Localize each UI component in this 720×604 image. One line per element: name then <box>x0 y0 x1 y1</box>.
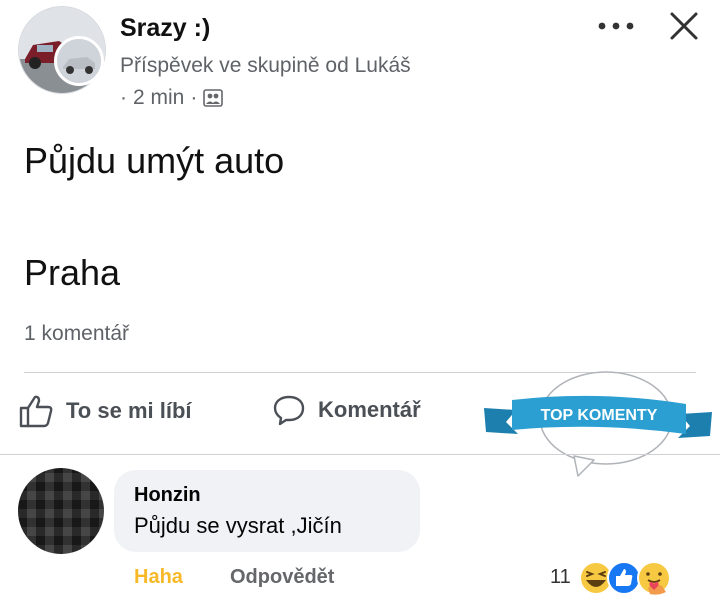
thumbs-up-icon <box>19 395 53 428</box>
divider <box>0 454 720 455</box>
commenter-avatar[interactable] <box>18 468 104 554</box>
post-text-line: Půjdu umýt auto <box>24 140 285 181</box>
comment-count[interactable]: 1 komentář <box>24 322 129 346</box>
post-time[interactable]: 2 min <box>133 86 184 110</box>
banner-text: TOP KOMENTY <box>541 407 658 424</box>
like-button[interactable]: To se mi líbí <box>18 394 192 428</box>
author-avatar[interactable] <box>54 36 104 86</box>
comment-bubble-icon <box>273 395 305 426</box>
comment-author[interactable]: Honzin <box>134 484 400 507</box>
reaction-icons[interactable] <box>578 558 688 598</box>
close-icon[interactable] <box>666 8 702 44</box>
comment-bubble: Honzin Půjdu se vysrat ,Jičín <box>114 470 420 552</box>
reaction-count[interactable]: 11 <box>550 566 571 589</box>
like-icon <box>607 561 641 595</box>
car-thumbnail-icon <box>57 39 101 83</box>
reply-link[interactable]: Odpovědět <box>230 566 334 589</box>
comment-button[interactable]: Komentář <box>272 394 421 426</box>
top-comments-banner: TOP KOMENTY <box>484 371 712 477</box>
time-separator-2: · <box>190 86 198 109</box>
haha-reaction-link[interactable]: Haha <box>134 566 183 589</box>
time-separator: · <box>120 86 127 109</box>
like-button-label: To se mi líbí <box>66 398 192 423</box>
group-members-icon <box>203 89 224 107</box>
comment-button-label: Komentář <box>318 397 421 422</box>
post-time-row: · 2 min · <box>120 86 224 110</box>
post-text-line: Praha <box>24 252 121 293</box>
post-author-meta[interactable]: Příspěvek ve skupině od Lukáš <box>120 54 411 78</box>
comment-text: Půjdu se vysrat ,Jičín <box>134 513 342 538</box>
care-icon <box>637 561 671 595</box>
group-name[interactable]: Srazy :) <box>120 14 210 43</box>
more-options-icon[interactable] <box>596 18 636 34</box>
